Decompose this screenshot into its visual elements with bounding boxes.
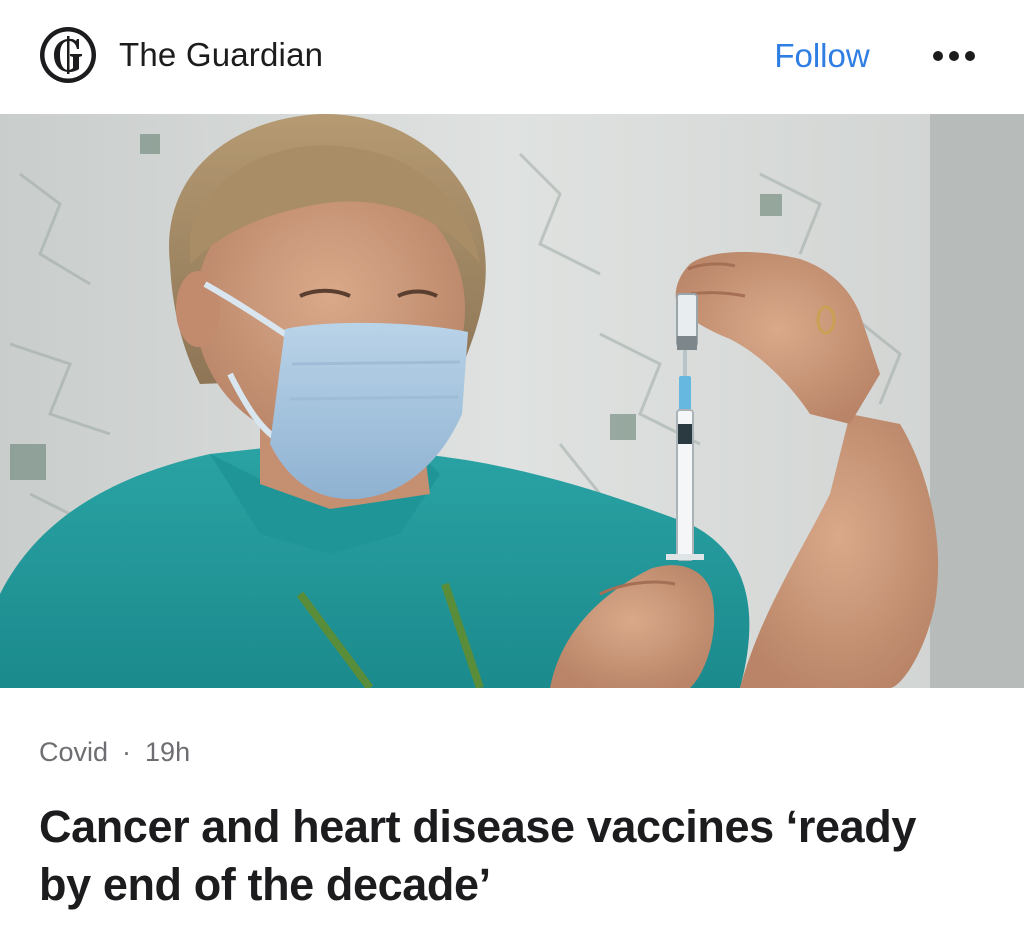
article-headline[interactable]: Cancer and heart disease vaccines ‘ready… [39, 798, 979, 914]
photo-vaccine-syringe-icon [0, 114, 1024, 688]
article-meta: Covid · 19h [39, 733, 190, 771]
publisher-header: The Guardian Follow [0, 0, 1024, 114]
meta-separator: · [122, 737, 132, 767]
article-category[interactable]: Covid [39, 737, 108, 767]
follow-button[interactable]: Follow [760, 33, 884, 79]
guardian-logo-icon[interactable] [39, 26, 97, 84]
ellipsis-icon[interactable] [922, 34, 986, 78]
publisher-name[interactable]: The Guardian [119, 34, 323, 76]
hero-image[interactable] [0, 114, 1024, 688]
article-age: 19h [145, 737, 191, 767]
